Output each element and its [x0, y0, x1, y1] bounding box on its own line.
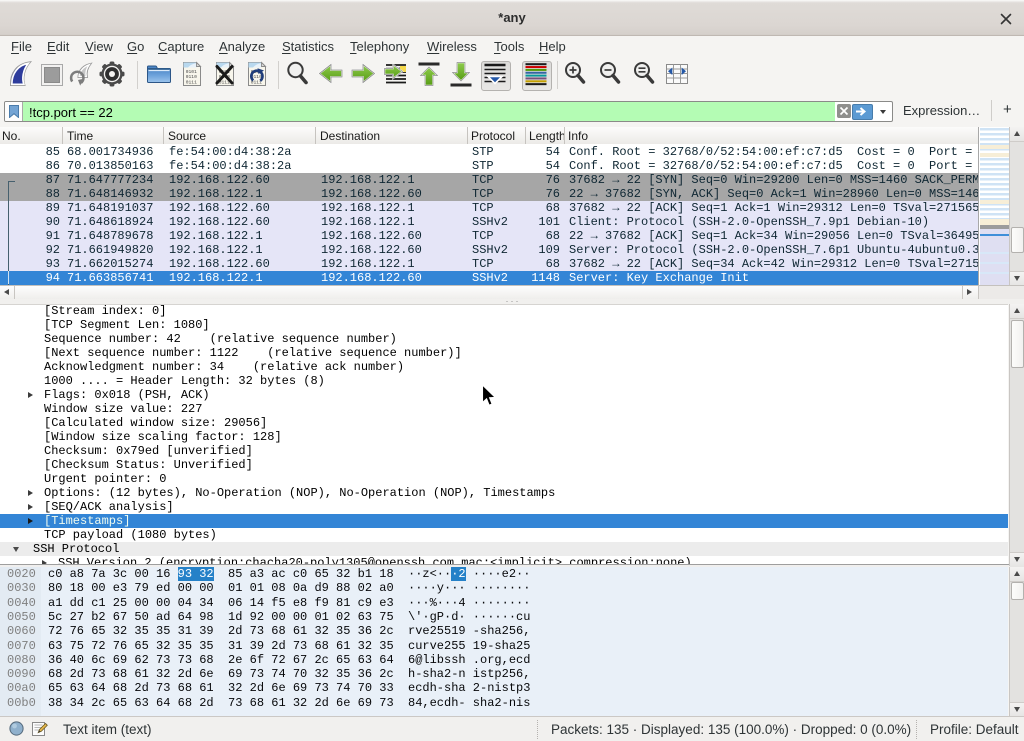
svg-text:0101: 0101	[186, 69, 197, 75]
svg-text:0111: 0111	[186, 79, 197, 85]
svg-text:0110: 0110	[186, 74, 197, 80]
